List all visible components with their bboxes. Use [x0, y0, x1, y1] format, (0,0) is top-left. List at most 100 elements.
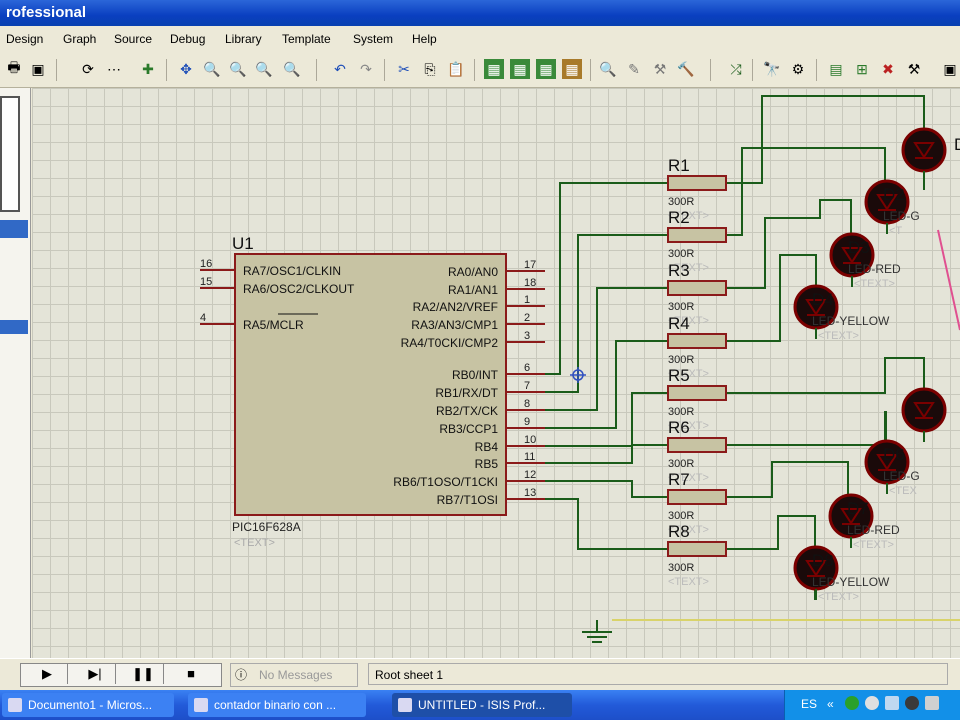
stop-icon[interactable]: ■	[171, 664, 211, 684]
mcu-pin-name: RA0/AN0	[448, 265, 498, 279]
message-area[interactable]: ⓘ No Messages	[230, 663, 358, 687]
tray-app-icon[interactable]	[925, 696, 939, 710]
zoom-all-icon[interactable]: 🔍	[254, 59, 274, 79]
menu-help[interactable]: Help	[412, 32, 437, 46]
toolbar-separator	[384, 59, 385, 81]
bom-icon[interactable]: ▣	[940, 59, 960, 79]
property-tool-icon[interactable]: ⚙	[788, 59, 808, 79]
make-device-icon[interactable]: ✎	[624, 59, 644, 79]
sheet-icon[interactable]: ▣	[28, 59, 48, 79]
mcu-pin-number: 8	[524, 398, 530, 410]
toolbar-separator	[590, 59, 591, 81]
pan-icon[interactable]: ✥	[176, 59, 196, 79]
led-ref-label: D8	[812, 551, 834, 570]
device-list-selected-item[interactable]	[0, 320, 28, 334]
task-isis[interactable]: UNTITLED - ISIS Prof...	[392, 693, 572, 717]
mcu-pin-name: RA2/AN2/VREF	[413, 300, 498, 314]
paste-icon[interactable]: 📋	[446, 59, 466, 79]
toolbar-separator	[710, 59, 711, 81]
block-delete-icon[interactable]: ▦	[562, 59, 582, 79]
step-icon[interactable]: ▶|	[75, 664, 116, 684]
print-icon[interactable]: 🖶	[4, 59, 24, 79]
menu-template[interactable]: Template	[282, 32, 331, 46]
led-body[interactable]	[901, 387, 947, 433]
decompose-icon[interactable]: 🔨	[676, 59, 696, 79]
origin-icon[interactable]: ✚	[138, 59, 158, 79]
block-rotate-icon[interactable]: ▦	[536, 59, 556, 79]
undo-icon[interactable]: ↶	[330, 59, 350, 79]
resistor-value: 300R	[668, 510, 694, 522]
refresh-icon[interactable]: ⟳	[78, 59, 98, 79]
menu-debug[interactable]: Debug	[170, 32, 205, 46]
language-indicator[interactable]: ES	[801, 697, 817, 711]
resistor-body[interactable]	[667, 280, 727, 296]
tray-arrow-icon[interactable]: «	[827, 697, 834, 711]
copy-icon[interactable]: ⎘	[420, 59, 440, 79]
taskbar: Documento1 - Micros... contador binario …	[0, 690, 960, 720]
mcu-pin-name: RB2/TX/CK	[436, 404, 498, 418]
mcu-pin-name: RB5	[475, 457, 499, 471]
play-icon[interactable]: ▶	[27, 664, 68, 684]
resistor-body[interactable]	[667, 385, 727, 401]
led-type: LED-YELLOW	[812, 314, 890, 328]
menu-graph[interactable]: Graph	[63, 32, 96, 46]
led-text: <TEXT>	[854, 278, 895, 290]
search-icon[interactable]: 🔭	[762, 59, 782, 79]
led-body[interactable]	[901, 127, 947, 173]
redo-icon[interactable]: ↷	[356, 59, 376, 79]
zoom-out-icon[interactable]: 🔍	[228, 59, 248, 79]
cut-icon[interactable]: ✂	[394, 59, 414, 79]
menu-source[interactable]: Source	[114, 32, 152, 46]
delete-sheet-icon[interactable]: ✖	[878, 59, 898, 79]
grid-icon[interactable]: ⋯	[104, 59, 124, 79]
resistor-body[interactable]	[667, 541, 727, 557]
design-explorer-icon[interactable]: ▤	[826, 59, 846, 79]
info-icon: ⓘ	[235, 668, 248, 682]
tray-app-icon[interactable]	[885, 696, 899, 710]
menu-system[interactable]: System	[353, 32, 393, 46]
crosshair-cursor-icon	[570, 367, 586, 383]
wire-autorouter-icon[interactable]: ⤮	[726, 59, 746, 79]
tray-network-icon[interactable]	[845, 696, 859, 710]
block-copy-icon[interactable]: ▦	[484, 59, 504, 79]
mcu-ref: U1	[232, 234, 254, 253]
packaging-icon[interactable]: ⚒	[650, 59, 670, 79]
pick-device-icon[interactable]: 🔍	[598, 59, 618, 79]
zoom-area-icon[interactable]: 🔍	[282, 59, 302, 79]
new-sheet-icon[interactable]: ⊞	[852, 59, 872, 79]
resistor-ref: R7	[668, 470, 690, 489]
task-word[interactable]: Documento1 - Micros...	[2, 693, 174, 717]
toolbar-separator	[166, 59, 167, 81]
overview-window[interactable]	[0, 96, 20, 212]
led-text: <TEXT>	[853, 539, 894, 551]
resistor-body[interactable]	[667, 333, 727, 349]
netlist-icon[interactable]: ⚒	[904, 59, 924, 79]
resistor-value: 300R	[668, 301, 694, 313]
mcu-pin-name: RA1/AN1	[448, 283, 498, 297]
toolbar-separator	[316, 59, 317, 81]
mcu-pin-number: 7	[524, 380, 530, 392]
system-tray: ES «	[784, 690, 960, 720]
mcu-pin-name: RA7/OSC1/CLKIN	[243, 264, 341, 278]
zoom-in-icon[interactable]: 🔍	[202, 59, 222, 79]
resistor-body[interactable]	[667, 227, 727, 243]
led-ref-label: D2	[883, 185, 905, 204]
object-selector-panel	[0, 88, 31, 658]
schematic-canvas[interactable]: U1 PIC16F628A <TEXT> 16 RA7/OSC1/CLKIN 15 R…	[32, 88, 960, 658]
tray-volume-icon[interactable]	[865, 696, 879, 710]
resistor-value: 300R	[668, 458, 694, 470]
pause-icon[interactable]: ❚❚	[123, 664, 164, 684]
task-contador[interactable]: contador binario con ...	[188, 693, 366, 717]
resistor-body[interactable]	[667, 175, 727, 191]
device-list-highlight[interactable]	[0, 220, 28, 238]
resistor-ref: R5	[668, 366, 690, 385]
resistor-body[interactable]	[667, 489, 727, 505]
menu-design[interactable]: Design	[6, 32, 43, 46]
tray-app-icon[interactable]	[905, 696, 919, 710]
led-text: <TEXT>	[818, 591, 859, 603]
menu-library[interactable]: Library	[225, 32, 262, 46]
mcu-pin-name: RB0/INT	[452, 368, 499, 382]
resistor-body[interactable]	[667, 437, 727, 453]
block-move-icon[interactable]: ▦	[510, 59, 530, 79]
led-text: <TEX	[889, 485, 917, 497]
